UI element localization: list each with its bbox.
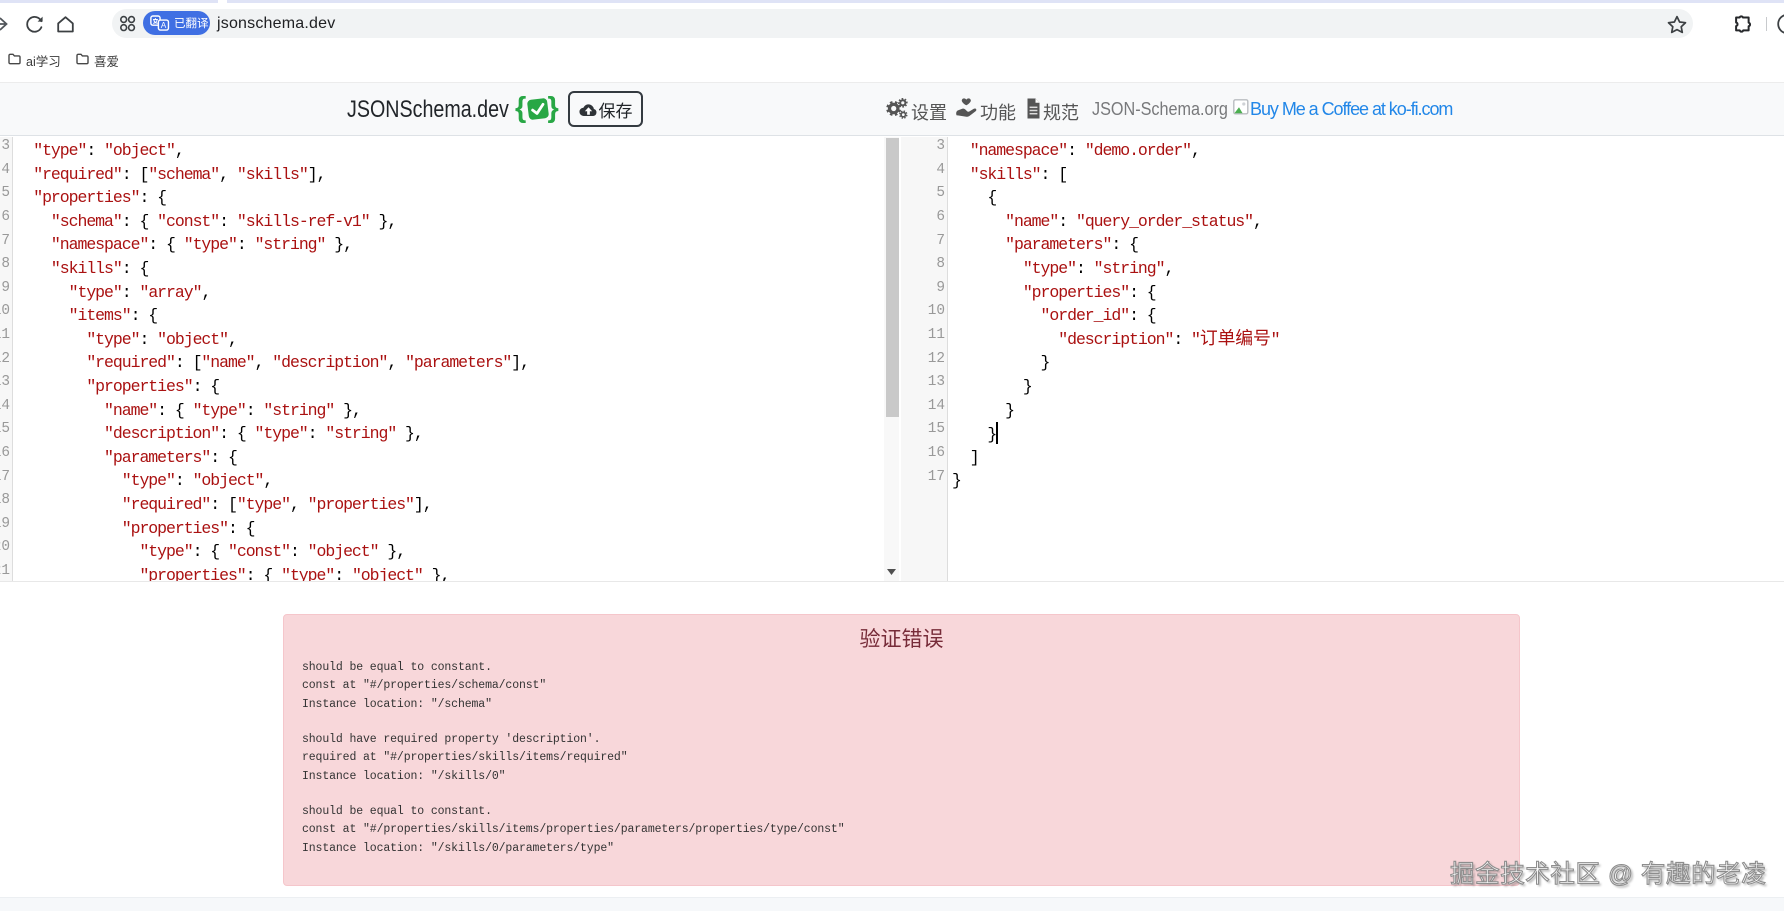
svg-text:A: A xyxy=(161,20,167,30)
